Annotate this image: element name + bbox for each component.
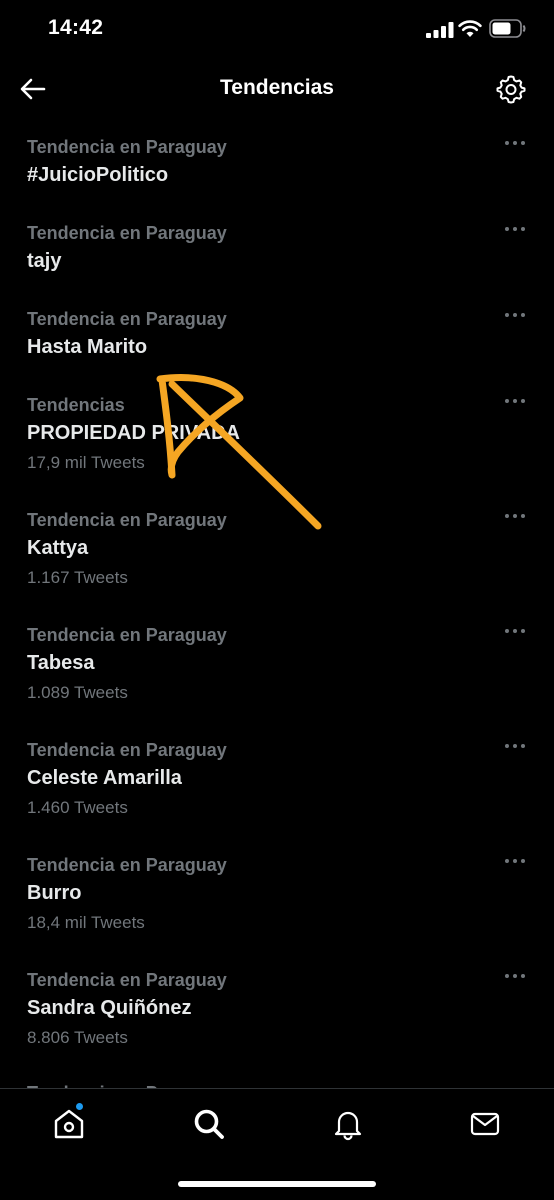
trend-context: Tendencia en Paraguay bbox=[27, 625, 227, 645]
wifi-icon bbox=[458, 20, 482, 37]
trend-tweet-count: 1.089 Tweets bbox=[27, 683, 128, 702]
more-horizontal-icon[interactable] bbox=[503, 856, 527, 866]
trend-context: Tendencia en Paraguay bbox=[27, 309, 227, 329]
trend-item[interactable]: Tendencia en Paraguay Hasta Marito bbox=[0, 296, 554, 382]
trend-item[interactable]: Tendencias PROPIEDAD PRIVADA 17,9 mil Tw… bbox=[0, 382, 554, 497]
trend-context: Tendencia en Paraguay bbox=[27, 855, 227, 875]
gear-icon[interactable] bbox=[496, 74, 526, 104]
bell-icon bbox=[334, 1111, 362, 1141]
status-bar: 14:42 bbox=[0, 0, 554, 60]
more-horizontal-icon[interactable] bbox=[503, 138, 527, 148]
trends-list: Tendencia en Paraguay #JuicioPolitico Te… bbox=[0, 124, 554, 1072]
tab-home[interactable] bbox=[52, 1107, 86, 1141]
trend-name: Sandra Quiñónez bbox=[27, 997, 192, 1019]
search-icon bbox=[194, 1109, 224, 1139]
home-indicator[interactable] bbox=[178, 1181, 376, 1187]
more-horizontal-icon[interactable] bbox=[503, 396, 527, 406]
trend-context: Tendencia en Paraguay bbox=[27, 740, 227, 760]
trend-item[interactable]: Tendencia en Paraguay Kattya 1.167 Tweet… bbox=[0, 497, 554, 612]
trend-item[interactable]: Tendencia en Paraguay Celeste Amarilla 1… bbox=[0, 727, 554, 842]
trend-context: Tendencia en Paraguay bbox=[27, 510, 227, 530]
trend-name: Kattya bbox=[27, 537, 89, 559]
trend-context: Tendencias bbox=[27, 395, 125, 415]
trend-context: Tendencia en Paraguay bbox=[27, 137, 227, 157]
trend-item[interactable]: Tendencia en Paraguay Burro 18,4 mil Twe… bbox=[0, 842, 554, 957]
top-nav-bar: Tendencias bbox=[0, 60, 554, 122]
trend-tweet-count: 18,4 mil Tweets bbox=[27, 913, 145, 932]
trend-item[interactable]: Tendencia en Paraguay Sandra Quiñónez 8.… bbox=[0, 957, 554, 1072]
more-horizontal-icon[interactable] bbox=[503, 224, 527, 234]
tab-messages[interactable] bbox=[468, 1107, 502, 1141]
more-horizontal-icon[interactable] bbox=[503, 741, 527, 751]
trend-item[interactable]: Tendencia en Paraguay Tabesa 1.089 Tweet… bbox=[0, 612, 554, 727]
trend-context: Tendencia en Paraguay bbox=[27, 223, 227, 243]
more-horizontal-icon[interactable] bbox=[503, 310, 527, 320]
trend-tweet-count: 8.806 Tweets bbox=[27, 1028, 128, 1047]
more-horizontal-icon[interactable] bbox=[503, 511, 527, 521]
trend-tweet-count: 1.460 Tweets bbox=[27, 798, 128, 817]
trend-name: Tabesa bbox=[27, 652, 95, 674]
notification-dot bbox=[76, 1103, 83, 1110]
trends-screen: 14:42 Tendencias Tendencia en Paraguay #… bbox=[0, 0, 554, 1200]
trend-name: tajy bbox=[27, 250, 62, 272]
battery-icon bbox=[489, 19, 526, 38]
home-icon bbox=[54, 1109, 84, 1139]
trend-item[interactable]: Tendencia en Paraguay #JuicioPolitico bbox=[0, 124, 554, 210]
trend-tweet-count: 17,9 mil Tweets bbox=[27, 453, 145, 472]
more-horizontal-icon[interactable] bbox=[503, 971, 527, 981]
tab-notifications[interactable] bbox=[331, 1107, 365, 1141]
trend-tweet-count: 1.167 Tweets bbox=[27, 568, 128, 587]
trend-name: Burro bbox=[27, 882, 82, 904]
trend-item[interactable]: Tendencia en Paraguay tajy bbox=[0, 210, 554, 296]
tab-search[interactable] bbox=[192, 1107, 226, 1141]
more-horizontal-icon[interactable] bbox=[503, 626, 527, 636]
trend-name: #JuicioPolitico bbox=[27, 164, 169, 186]
trend-context: Tendencia en Paraguay bbox=[27, 970, 227, 990]
trend-name: PROPIEDAD PRIVADA bbox=[27, 422, 240, 444]
page-title: Tendencias bbox=[220, 76, 334, 99]
status-time: 14:42 bbox=[48, 16, 104, 39]
trend-name: Celeste Amarilla bbox=[27, 767, 182, 789]
trend-name: Hasta Marito bbox=[27, 336, 148, 358]
envelope-icon bbox=[470, 1112, 500, 1136]
cellular-signal-icon bbox=[426, 22, 454, 38]
